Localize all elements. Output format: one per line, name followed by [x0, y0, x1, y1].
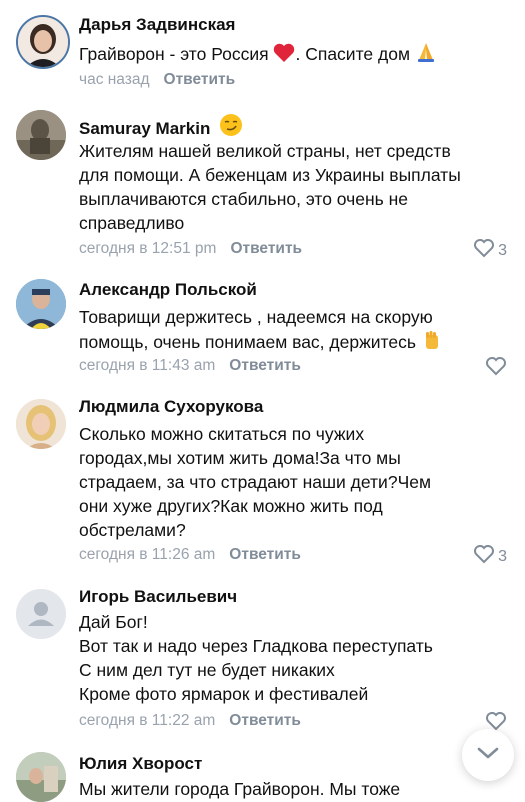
comment-time: час назад — [79, 71, 150, 88]
like-count: 3 — [498, 547, 507, 565]
heart-outline-icon — [485, 356, 507, 381]
comment-meta: сегодня в 11:43 am Ответить — [79, 356, 301, 376]
reply-button[interactable]: Ответить — [229, 546, 301, 563]
raised-fist-emoji-icon — [421, 329, 443, 357]
avatar[interactable] — [16, 110, 66, 160]
scroll-down-button[interactable] — [462, 729, 514, 781]
comment-author[interactable]: Игорь Васильевич — [79, 586, 237, 608]
comment-author[interactable]: Юлия Хворост — [79, 753, 202, 775]
reply-button[interactable]: Ответить — [229, 712, 301, 729]
comment-text: Товарищи держитесь , надеемся на скорую … — [79, 305, 509, 357]
comment-meta: сегодня в 11:26 am Ответить — [79, 545, 301, 565]
comment-text: Мы жители города Грайворон. Мы тоже — [79, 779, 401, 799]
folded-hands-emoji-icon — [415, 41, 437, 69]
comment-meta: сегодня в 12:51 pm Ответить — [79, 239, 302, 259]
avatar[interactable] — [16, 752, 66, 802]
comment-meta: час назад Ответить — [79, 70, 235, 90]
heart-outline-icon — [473, 238, 495, 263]
comment-text: Сколько можно скитаться по чужих городах… — [79, 424, 431, 540]
reply-button[interactable]: Ответить — [230, 240, 302, 257]
like-button[interactable] — [485, 356, 507, 381]
comment-time: сегодня в 12:51 pm — [79, 240, 217, 257]
chevron-down-icon — [476, 746, 500, 765]
comment-author[interactable]: Дарья Задвинская — [79, 14, 235, 36]
avatar[interactable] — [16, 589, 66, 639]
comment-author[interactable]: Александр Польской — [79, 279, 257, 301]
comment-meta: сегодня в 11:22 am Ответить — [79, 711, 301, 731]
reply-button[interactable]: Ответить — [229, 357, 301, 374]
comment-time: сегодня в 11:22 am — [79, 712, 216, 729]
like-button[interactable]: 3 — [473, 238, 507, 263]
like-button[interactable]: 3 — [473, 544, 507, 569]
avatar[interactable] — [16, 279, 66, 329]
comment-time: сегодня в 11:43 am — [79, 357, 216, 374]
comment-text: Дай Бог! Вот так и надо через Гладкова п… — [79, 612, 433, 704]
comment-text: Жителям нашей великой страны, нет средст… — [79, 141, 461, 233]
avatar[interactable] — [16, 399, 66, 449]
comment-author[interactable]: Людмила Сухорукова — [79, 396, 263, 418]
comment-time: сегодня в 11:26 am — [79, 546, 216, 563]
comment-text: Грайворон - это Россия . Спасите дом — [79, 41, 509, 69]
heart-outline-icon — [473, 544, 495, 569]
reply-button[interactable]: Ответить — [164, 71, 236, 88]
like-count: 3 — [498, 241, 507, 259]
avatar[interactable] — [16, 15, 70, 69]
heart-emoji-icon — [273, 43, 295, 69]
